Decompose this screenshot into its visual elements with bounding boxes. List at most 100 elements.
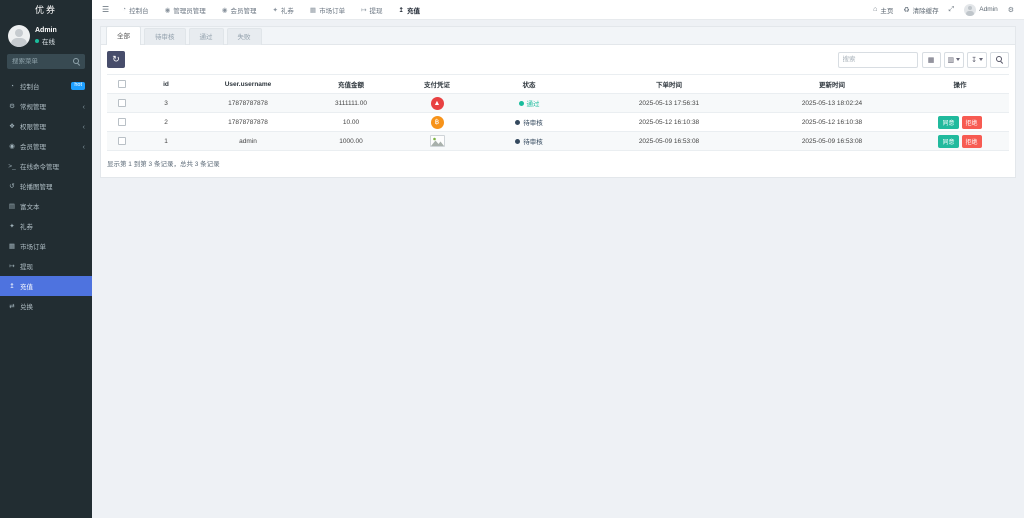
row-checkbox[interactable] — [118, 137, 126, 145]
sidebar-item-dashboard[interactable]: ◔控制台hot — [0, 76, 92, 96]
columns-button[interactable]: ▥ — [944, 52, 965, 68]
export-icon: ↧ — [971, 56, 977, 64]
sidebar-item-label: 权限管理 — [20, 121, 83, 131]
sidebar-item-carousel[interactable]: ↺轮播图管理 — [0, 176, 92, 196]
sidebar-item-withdraw[interactable]: ↦提现 — [0, 256, 92, 276]
reject-button[interactable]: 拒绝 — [962, 135, 982, 148]
column-header-6[interactable]: 更新时间 — [753, 75, 911, 94]
member-icon: ◉ — [7, 142, 17, 150]
sidebar-item-richtext[interactable]: ▤富文本 — [0, 196, 92, 216]
menu-toggle-icon[interactable]: ☰ — [97, 5, 114, 14]
status-label: 通过 — [527, 98, 540, 108]
common-search-button[interactable]: ▦ — [922, 52, 941, 68]
filter-tabs: 全部待审核通过失败 — [100, 26, 1016, 45]
export-button[interactable]: ↧ — [967, 52, 987, 68]
app-root: 优券 Admin 在线 ◔控制台hot⚙常规管理‹❖权限管理‹◉会员管理‹>_在… — [0, 0, 1024, 518]
sidebar-item-label: 控制台 — [20, 81, 71, 91]
clear-cache-button[interactable]: ♻ 清除缓存 — [903, 5, 938, 15]
sidebar-item-exchange[interactable]: ⇄兑换 — [0, 296, 92, 316]
topbar-tab-dashboard[interactable]: ◔控制台 — [114, 0, 156, 19]
amount-cell: 3111111.00 — [301, 94, 401, 113]
update-time-cell: 2025-05-09 16:53:08 — [753, 132, 911, 151]
filter-tab-pending[interactable]: 待审核 — [144, 28, 186, 45]
filter-tab-failed[interactable]: 失败 — [227, 28, 262, 45]
column-header-2[interactable]: 充值金额 — [301, 75, 401, 94]
username-cell: 17878787878 — [195, 113, 301, 132]
topbar-tab-coupon[interactable]: ✦礼券 — [264, 0, 301, 19]
search-button[interactable] — [990, 52, 1009, 68]
sidebar-search — [7, 54, 85, 69]
topbar-tab-recharge[interactable]: ↥充值 — [391, 0, 428, 19]
table-header-row: idUser.username充值金额支付凭证状态下单时间更新时间操作 — [107, 75, 1009, 94]
sidebar-item-label: 礼券 — [20, 221, 85, 231]
row-select-cell — [107, 113, 137, 132]
gift-icon: ✦ — [7, 222, 17, 230]
chevron-left-icon: ‹ — [83, 122, 86, 131]
table-row: 21787878787810.00฿待审核2025-05-12 16:10:38… — [107, 113, 1009, 132]
row-checkbox[interactable] — [118, 99, 126, 107]
navbar-username: Admin — [979, 6, 997, 13]
table-row: 1admin1000.00待审核2025-05-09 16:53:082025-… — [107, 132, 1009, 151]
topbar-tab-market-orders[interactable]: ▦市场订单 — [302, 0, 353, 19]
fullscreen-icon[interactable]: ⤢ — [949, 6, 955, 14]
sidebar-item-label: 轮播图管理 — [20, 181, 85, 191]
table-search-input[interactable] — [838, 52, 918, 68]
reject-button[interactable]: 拒绝 — [962, 116, 982, 129]
sidebar-item-member[interactable]: ◉会员管理‹ — [0, 136, 92, 156]
user-name: Admin — [35, 27, 57, 34]
refresh-button[interactable]: ↻ — [107, 51, 125, 68]
topbar-tab-admin[interactable]: ◉管理员管理 — [157, 0, 214, 19]
column-header-1[interactable]: User.username — [195, 75, 301, 94]
approve-button[interactable]: 同意 — [938, 135, 958, 148]
id-cell: 2 — [137, 113, 195, 132]
home-button[interactable]: ⌂ 主页 — [873, 5, 893, 15]
avalanche-coin-icon[interactable]: ▲ — [431, 97, 444, 110]
table-toolbar: ↻ ▦▥ ↧ — [107, 51, 1009, 68]
search-icon[interactable] — [73, 58, 80, 65]
order-time-cell: 2025-05-09 16:53:08 — [585, 132, 753, 151]
select-all-checkbox[interactable] — [118, 80, 126, 88]
toolbar-buttons: ▦▥ ↧ — [922, 52, 1010, 68]
sidebar-item-label: 提现 — [20, 261, 85, 271]
approve-button[interactable]: 同意 — [938, 116, 958, 129]
member-icon: ◉ — [222, 6, 228, 14]
status-dot-icon — [515, 120, 520, 125]
sidebar-item-command[interactable]: >_在线命令管理 — [0, 156, 92, 176]
sidebar-item-coupon[interactable]: ✦礼券 — [0, 216, 92, 236]
bitcoin-coin-icon[interactable]: ฿ — [431, 116, 444, 129]
sidebar-item-label: 兑换 — [20, 301, 85, 311]
filter-tab-passed[interactable]: 通过 — [189, 28, 224, 45]
voucher-cell: ▲ — [401, 94, 473, 113]
user-menu[interactable]: Admin — [964, 4, 997, 16]
status-cell: 通过 — [473, 94, 585, 113]
topbar-tab-label: 会员管理 — [230, 5, 256, 15]
column-header-4[interactable]: 状态 — [473, 75, 585, 94]
user-panel: Admin 在线 — [0, 20, 92, 51]
dashboard-icon: ◔ — [122, 6, 126, 13]
column-header-3[interactable]: 支付凭证 — [401, 75, 473, 94]
topbar-tab-label: 提现 — [370, 5, 383, 15]
column-header-5[interactable]: 下单时间 — [585, 75, 753, 94]
user-avatar[interactable] — [8, 25, 30, 47]
sidebar-item-label: 常规管理 — [20, 101, 83, 111]
amount-cell: 1000.00 — [301, 132, 401, 151]
recharge-icon: ↥ — [399, 6, 404, 14]
sidebar-item-label: 市场订单 — [20, 241, 85, 251]
sidebar-item-general[interactable]: ⚙常规管理‹ — [0, 96, 92, 116]
filter-tab-all[interactable]: 全部 — [106, 26, 141, 45]
home-label: 主页 — [880, 5, 893, 15]
sidebar-item-recharge[interactable]: ↥充值 — [0, 276, 92, 296]
sidebar-item-market-orders[interactable]: ▦市场订单 — [0, 236, 92, 256]
column-header-7[interactable]: 操作 — [911, 75, 1009, 94]
menu-search-input[interactable] — [12, 58, 70, 65]
gear-icon[interactable]: ⚙ — [1008, 6, 1014, 14]
broken-image-icon[interactable] — [430, 135, 445, 147]
topbar-tab-withdraw[interactable]: ↦提现 — [353, 0, 390, 19]
sidebar-item-auth[interactable]: ❖权限管理‹ — [0, 116, 92, 136]
chevron-left-icon: ‹ — [83, 102, 86, 111]
voucher-cell: ฿ — [401, 113, 473, 132]
row-checkbox[interactable] — [118, 118, 126, 126]
app-logo[interactable]: 优券 — [0, 0, 92, 20]
column-header-0[interactable]: id — [137, 75, 195, 94]
topbar-tab-member[interactable]: ◉会员管理 — [214, 0, 265, 19]
